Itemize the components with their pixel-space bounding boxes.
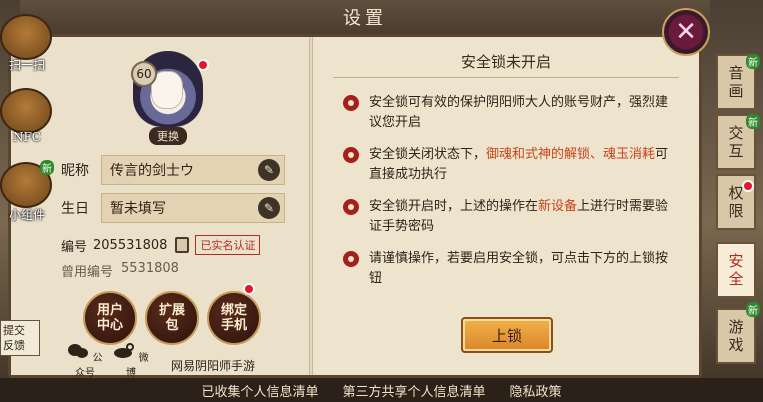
id-row: 编号 205531808 已实名认证 xyxy=(61,235,261,255)
tab-line2: 全 xyxy=(728,270,744,288)
info-text-pre: 安全锁关闭状态下， xyxy=(369,147,487,162)
bind-phone-line1: 绑定 xyxy=(220,303,247,318)
id-label: 编号 xyxy=(61,239,88,255)
info-text-highlight: 新设备 xyxy=(538,199,578,214)
title-bar: 设置 xyxy=(20,0,710,36)
security-info-list: 安全锁可有效的保护阴阳师大人的账号财产，强烈建议您开启 安全锁关闭状态下，御魂和… xyxy=(343,93,679,301)
bind-phone-notification-dot xyxy=(243,283,255,295)
third-party-info-link[interactable]: 第三方共享个人信息清单 xyxy=(342,381,485,400)
security-column: 安全锁未开启 安全锁可有效的保护阴阳师大人的账号财产，强烈建议您开启 安全锁关闭… xyxy=(313,37,699,375)
old-id-row: 曾用编号 5531808 xyxy=(61,261,187,280)
edit-birthday-icon[interactable]: ✎ xyxy=(258,197,280,219)
birthday-row: 生日 暂未填写 ✎ xyxy=(61,193,285,223)
collected-info-link[interactable]: 已收集个人信息清单 xyxy=(201,381,318,400)
tab-security[interactable]: 安全 xyxy=(716,242,756,298)
info-text-pre: 安全锁开启时，上述的操作在 xyxy=(369,199,539,214)
settings-panel: 60 更换 昵称 传言的剑士ウ ✎ 生日 暂未填写 ✎ 编号 205531808… xyxy=(8,34,702,379)
close-icon[interactable]: ✕ xyxy=(662,8,710,56)
old-id-value: 5531808 xyxy=(121,261,179,276)
page-title: 设置 xyxy=(343,8,387,29)
birthday-label: 生日 xyxy=(61,201,89,217)
edit-nickname-icon[interactable]: ✎ xyxy=(258,159,280,181)
feedback-line1: 提交 xyxy=(3,324,25,337)
tab-line2: 互 xyxy=(728,142,744,160)
tomoe-bullet-icon xyxy=(343,199,359,215)
wechat-icon xyxy=(68,344,89,358)
info-text: 安全锁开启时，上述的操作在新设备上进行时需要验证手势密码 xyxy=(369,197,679,237)
title-divider xyxy=(333,77,679,78)
avatar[interactable]: 60 更换 xyxy=(127,47,209,145)
list-item: 请谨慎操作，若要启用安全锁，可点击下方的上锁按钮 xyxy=(343,249,679,289)
brand-text: 网易阴阳师手游 xyxy=(171,359,256,373)
tab-line2: 戏 xyxy=(728,336,744,354)
id-value: 205531808 xyxy=(93,237,168,253)
user-center-button[interactable]: 用户 中心 xyxy=(83,291,137,345)
list-item: 安全锁关闭状态下，御魂和式神的解锁、魂玉消耗可直接成功执行 xyxy=(343,145,679,185)
user-center-line1: 用户 xyxy=(96,303,123,318)
nickname-value: 传言的剑士ウ xyxy=(110,163,194,179)
profile-column: 60 更换 昵称 传言的剑士ウ ✎ 生日 暂未填写 ✎ 编号 205531808… xyxy=(11,37,309,379)
extension-line1: 扩展 xyxy=(158,303,185,318)
tab-line2: 画 xyxy=(728,82,744,100)
nfc-label: NFC xyxy=(12,130,41,144)
info-text-highlight: 御魂和式神的解锁、魂玉消耗 xyxy=(486,147,656,162)
tab-new-badge: 新 xyxy=(746,114,760,129)
birthday-value: 暂未填写 xyxy=(110,201,166,217)
tomoe-bullet-icon xyxy=(343,251,359,267)
tab-new-badge: 新 xyxy=(746,302,760,317)
extension-pack-button[interactable]: 扩展包 xyxy=(145,291,199,345)
feedback-line2: 反馈 xyxy=(3,339,25,352)
tab-line2: 限 xyxy=(728,202,744,220)
tab-line1: 安 xyxy=(728,252,744,270)
nickname-field[interactable]: 传言的剑士ウ ✎ xyxy=(101,155,285,185)
extension-line2: 包 xyxy=(165,318,179,333)
info-text: 安全锁关闭状态下，御魂和式神的解锁、魂玉消耗可直接成功执行 xyxy=(369,145,679,185)
tab-new-badge: 新 xyxy=(746,54,760,69)
tab-line1: 交 xyxy=(728,124,744,142)
bind-phone-line2: 手机 xyxy=(220,318,247,333)
old-id-label: 曾用编号 xyxy=(61,265,114,280)
avatar-notification-dot xyxy=(197,59,209,71)
tab-line1: 音 xyxy=(728,64,744,82)
wechat-link[interactable]: 公众号 xyxy=(65,343,105,379)
birthday-field[interactable]: 暂未填写 ✎ xyxy=(101,193,285,223)
level-badge: 60 xyxy=(131,61,157,87)
scan-icon[interactable] xyxy=(0,14,52,60)
bottom-links-bar: 已收集个人信息清单 第三方共享个人信息清单 隐私政策 xyxy=(0,378,763,402)
nfc-icon[interactable] xyxy=(0,88,52,134)
list-item: 安全锁可有效的保护阴阳师大人的账号财产，强烈建议您开启 xyxy=(343,93,679,133)
feedback-button[interactable]: 提交 反馈 xyxy=(0,320,40,356)
weibo-icon xyxy=(114,343,135,358)
verified-badge: 已实名认证 xyxy=(195,235,261,255)
tomoe-bullet-icon xyxy=(343,147,359,163)
security-title: 安全锁未开启 xyxy=(460,53,551,71)
copy-id-icon[interactable] xyxy=(175,237,190,253)
privacy-policy-link[interactable]: 隐私政策 xyxy=(510,381,562,400)
lock-button[interactable]: 上锁 xyxy=(461,317,553,353)
info-text: 安全锁可有效的保护阴阳师大人的账号财产，强烈建议您开启 xyxy=(369,95,669,130)
tab-line1: 游 xyxy=(728,318,744,336)
info-text: 请谨慎操作，若要启用安全锁，可点击下方的上锁按钮 xyxy=(369,251,669,286)
change-avatar-button[interactable]: 更换 xyxy=(149,127,187,145)
nickname-label: 昵称 xyxy=(61,163,89,179)
tomoe-bullet-icon xyxy=(343,95,359,111)
widget-label: 小组件 xyxy=(8,208,45,222)
permissions-notification-dot xyxy=(742,180,754,192)
bind-phone-button[interactable]: 绑定 手机 xyxy=(207,291,261,345)
scan-label: 扫一扫 xyxy=(8,58,45,72)
list-item: 安全锁开启时，上述的操作在新设备上进行时需要验证手势密码 xyxy=(343,197,679,237)
nickname-row: 昵称 传言的剑士ウ ✎ xyxy=(61,155,285,185)
weibo-link[interactable]: 微博 xyxy=(111,343,151,379)
widget-new-badge: 新 xyxy=(40,160,54,175)
user-center-line2: 中心 xyxy=(96,318,123,333)
